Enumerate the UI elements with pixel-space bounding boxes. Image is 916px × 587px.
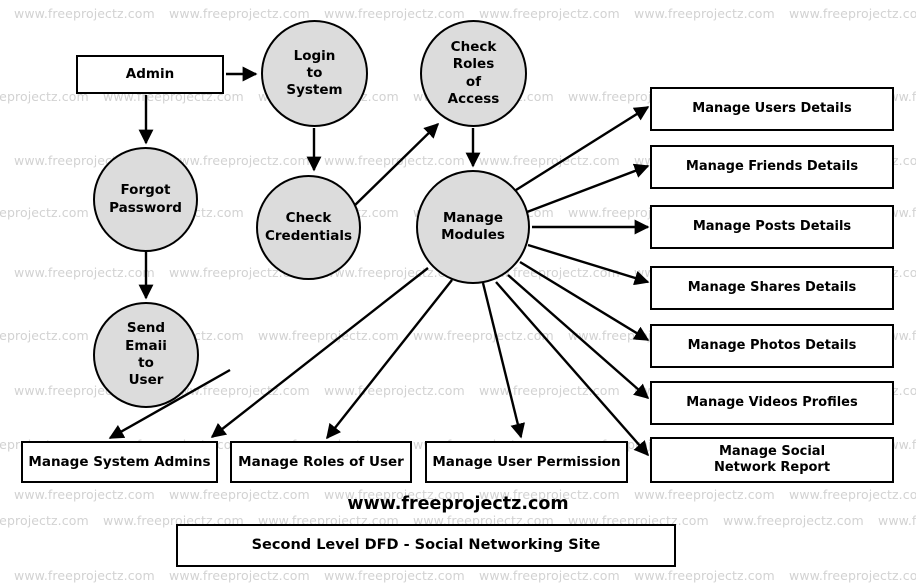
- dfd-diagram-canvas: www.freeprojectz.com www.freeprojectz.com…: [0, 0, 916, 587]
- watermark-text: www.freeprojectz.com: [413, 328, 554, 343]
- watermark-text: www.freeprojectz.com: [169, 6, 310, 21]
- flow-modules-to-shares-details: [527, 243, 650, 286]
- process-manage-modules[interactable]: Manage Modules: [416, 170, 530, 284]
- data-store-label: Manage Shares Details: [687, 280, 857, 296]
- data-store-bottom[interactable]: Manage User Permission: [425, 441, 628, 483]
- process-forgot-password-label: Forgot Password: [109, 182, 182, 216]
- process-manage-modules-label: Manage Modules: [441, 209, 505, 243]
- watermark-text: www.freeprojectz.com: [169, 383, 310, 398]
- page-title: Second Level DFD - Social Networking Sit…: [251, 536, 601, 553]
- watermark-text: www.freeprojectz.com: [789, 568, 916, 583]
- external-entity-admin[interactable]: Admin: [76, 55, 224, 94]
- diagram-title-box: Second Level DFD - Social Networking Sit…: [176, 524, 676, 567]
- watermark-text: www.freeprojectz.com: [169, 568, 310, 583]
- data-store-right[interactable]: Manage Photos Details: [650, 324, 894, 368]
- watermark-text: www.freeprojectz.com: [258, 328, 399, 343]
- watermark-text: www.freeprojectz.com: [634, 6, 775, 21]
- data-store-label: Manage Friends Details: [685, 159, 859, 175]
- watermark-text: www.freeprojectz.com: [324, 6, 465, 21]
- process-check-credentials[interactable]: Check Credentials: [256, 175, 361, 280]
- process-check-roles-of-access-label: Check Roles of Access: [447, 38, 500, 107]
- watermark-text: www.freeprojectz.com: [634, 568, 775, 583]
- watermark-text: www.freeprojectz.com: [14, 6, 155, 21]
- process-login-to-system[interactable]: Login to System: [261, 20, 368, 127]
- watermark-text: www.freeprojectz.com: [14, 568, 155, 583]
- flow-modules-to-users-details: [515, 105, 650, 192]
- process-check-roles-of-access[interactable]: Check Roles of Access: [420, 20, 527, 127]
- flow-modules-to-social-network-report: [495, 281, 649, 457]
- watermark-text: www.freeprojectz.com: [324, 568, 465, 583]
- data-store-right[interactable]: Manage Social Network Report: [650, 437, 894, 483]
- external-entity-admin-label: Admin: [125, 66, 175, 83]
- data-store-label: Manage Roles of User: [238, 453, 404, 470]
- watermark-text: www.freeprojectz.com: [0, 328, 89, 343]
- flow-modules-to-friends-details: [526, 163, 650, 214]
- data-store-bottom[interactable]: Manage Roles of User: [230, 441, 412, 483]
- watermark-text: www.freeprojectz.com: [324, 383, 465, 398]
- data-store-label: Manage Videos Profiles: [686, 395, 858, 411]
- watermark-text: www.freeprojectz.com: [878, 513, 916, 528]
- watermark-text: www.freeprojectz.com: [0, 513, 89, 528]
- flow-modules-to-user-permission: [481, 282, 526, 439]
- data-store-label: Manage Social Network Report: [713, 444, 831, 475]
- flow-modules-to-photos-details: [519, 260, 650, 342]
- watermark-text: www.freeprojectz.com: [0, 205, 89, 220]
- watermark-text: www.freeprojectz.com: [789, 6, 916, 21]
- data-store-label: Manage Posts Details: [692, 219, 852, 235]
- watermark-text: www.freeprojectz.com: [723, 513, 864, 528]
- process-send-email-to-user[interactable]: Send Emaii to User: [93, 302, 199, 408]
- data-store-label: Manage System Admins: [28, 453, 211, 470]
- watermark-text: www.freeprojectz.com: [479, 568, 620, 583]
- data-store-label: Manage Users Details: [692, 101, 852, 117]
- data-store-right[interactable]: Manage Videos Profiles: [650, 381, 894, 425]
- data-store-right[interactable]: Manage Posts Details: [650, 205, 894, 249]
- data-store-right[interactable]: Manage Users Details: [650, 87, 894, 131]
- watermark-text: www.freeprojectz.com: [169, 153, 310, 168]
- data-store-label: Manage User Permission: [432, 453, 621, 470]
- watermark-text: www.freeprojectz.com: [479, 153, 620, 168]
- process-check-credentials-label: Check Credentials: [264, 210, 352, 244]
- flow-modules-to-videos-profiles: [507, 274, 650, 399]
- data-store-label: Manage Photos Details: [687, 338, 857, 354]
- flow-modules-to-system-admins: [210, 267, 429, 438]
- process-forgot-password[interactable]: Forgot Password: [93, 147, 198, 252]
- brand-caption: www.freeprojectz.com: [347, 494, 569, 514]
- process-send-email-to-user-label: Send Emaii to User: [125, 320, 167, 389]
- watermark-text: www.freeprojectz.com: [324, 153, 465, 168]
- watermark-text: www.freeprojectz.com: [479, 6, 620, 21]
- watermark-text: www.freeprojectz.com: [14, 265, 155, 280]
- data-store-right[interactable]: Manage Friends Details: [650, 145, 894, 189]
- data-store-right[interactable]: Manage Shares Details: [650, 266, 894, 310]
- flow-modules-to-roles-of-user: [326, 279, 453, 440]
- data-store-bottom[interactable]: Manage System Admins: [21, 441, 218, 483]
- process-login-to-system-label: Login to System: [286, 47, 343, 99]
- watermark-text: www.freeprojectz.com: [479, 383, 620, 398]
